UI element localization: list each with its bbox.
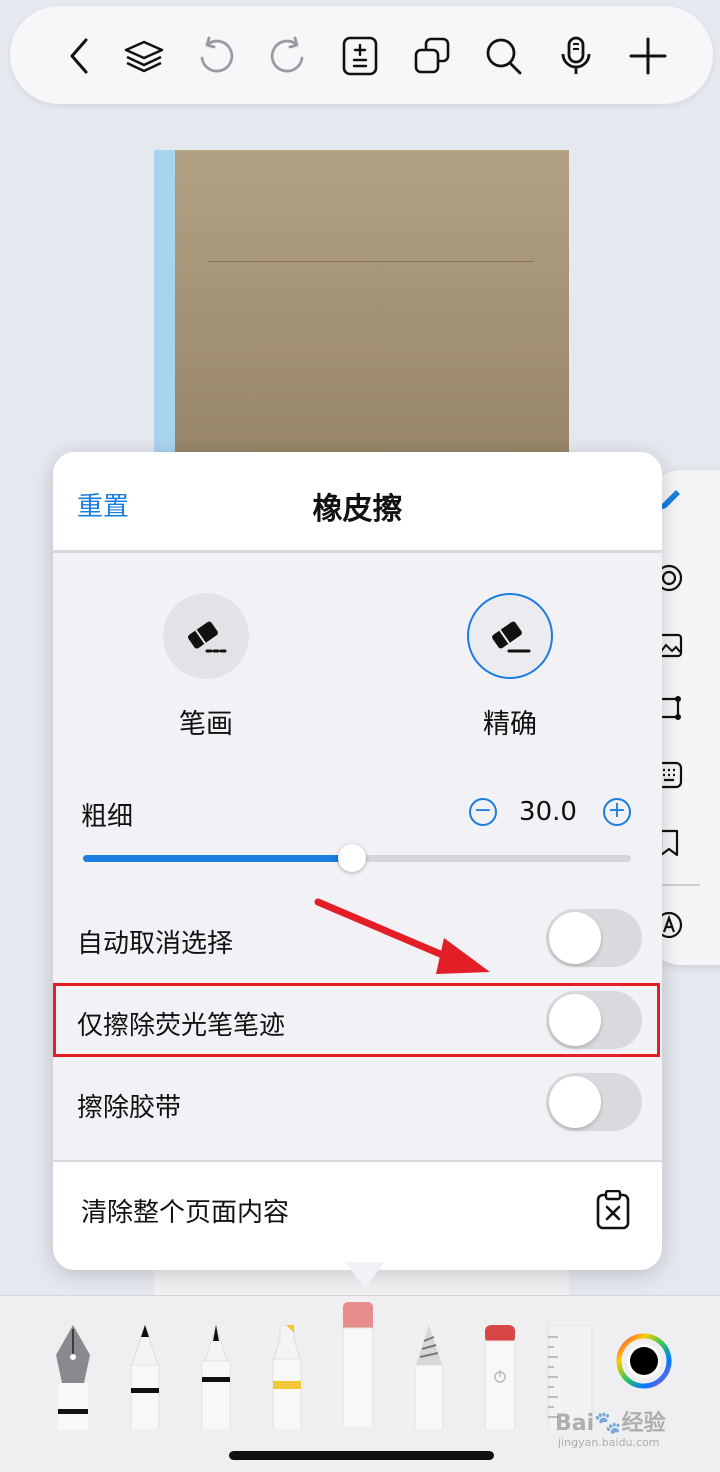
- precise-eraser-icon: [492, 621, 531, 653]
- back-icon[interactable]: [60, 36, 100, 76]
- panel-pointer: [345, 1262, 385, 1288]
- duplicate-icon[interactable]: [412, 36, 452, 76]
- erase-tape-toggle[interactable]: [546, 1073, 642, 1131]
- auto-deselect-label: 自动取消选择: [77, 929, 234, 959]
- microphone-icon[interactable]: [556, 36, 596, 76]
- page-adjust-icon[interactable]: [340, 36, 380, 76]
- notebook-line: [208, 261, 534, 262]
- redo-icon[interactable]: [268, 36, 308, 76]
- watermark: Bai🐾经验: [555, 1411, 666, 1436]
- notebook-spine: [154, 150, 175, 470]
- layers-icon[interactable]: [124, 36, 164, 76]
- clear-page-label: 清除整个页面内容: [81, 1198, 290, 1228]
- stroke-mode-label: 笔画: [179, 709, 233, 740]
- precise-mode-label: 精确: [483, 709, 537, 740]
- fountain-pen-icon[interactable]: [52, 1325, 94, 1434]
- panel-header-divider: [53, 550, 662, 553]
- thickness-slider-thumb[interactable]: [338, 844, 366, 872]
- ballpoint-pen-icon[interactable]: [128, 1323, 162, 1434]
- color-picker-icon[interactable]: [616, 1333, 672, 1393]
- panel-title: 橡皮擦: [312, 492, 403, 527]
- home-indicator[interactable]: [229, 1451, 494, 1460]
- watermark-url: jingyan.baidu.com: [558, 1436, 660, 1449]
- thickness-value: 30.0: [519, 797, 577, 827]
- thickness-label: 粗细: [81, 802, 134, 832]
- erase-tape-label: 擦除胶带: [77, 1093, 182, 1123]
- eraser-tool-icon[interactable]: [341, 1302, 375, 1432]
- search-icon[interactable]: [484, 36, 524, 76]
- tape-icon[interactable]: [483, 1325, 517, 1434]
- annotation-highlight-box: [53, 983, 660, 1057]
- auto-deselect-toggle[interactable]: [546, 909, 642, 967]
- toggle-knob: [549, 1076, 601, 1128]
- pencil-icon[interactable]: [412, 1325, 446, 1434]
- precise-eraser-button[interactable]: [467, 593, 553, 679]
- eraser-settings-panel: 重置 橡皮擦 笔画 精确 粗细 − 30.0 + 自动取消选择 仅擦除荧光笔笔迹…: [53, 452, 662, 1270]
- thickness-increase-button[interactable]: +: [603, 798, 631, 826]
- rail-divider: [660, 884, 700, 886]
- thickness-decrease-button[interactable]: −: [469, 798, 497, 826]
- add-icon[interactable]: [628, 36, 668, 76]
- stroke-eraser-icon: [188, 621, 227, 653]
- stroke-eraser-button[interactable]: [163, 593, 249, 679]
- top-toolbar: [10, 6, 713, 104]
- notebook-cover: [154, 150, 569, 470]
- toggle-knob: [549, 912, 601, 964]
- highlighter-icon[interactable]: [270, 1324, 304, 1434]
- clear-page-icon[interactable]: [595, 1189, 631, 1230]
- undo-icon[interactable]: [196, 36, 236, 76]
- thickness-slider-fill: [83, 855, 352, 862]
- brush-pen-icon[interactable]: [199, 1323, 233, 1434]
